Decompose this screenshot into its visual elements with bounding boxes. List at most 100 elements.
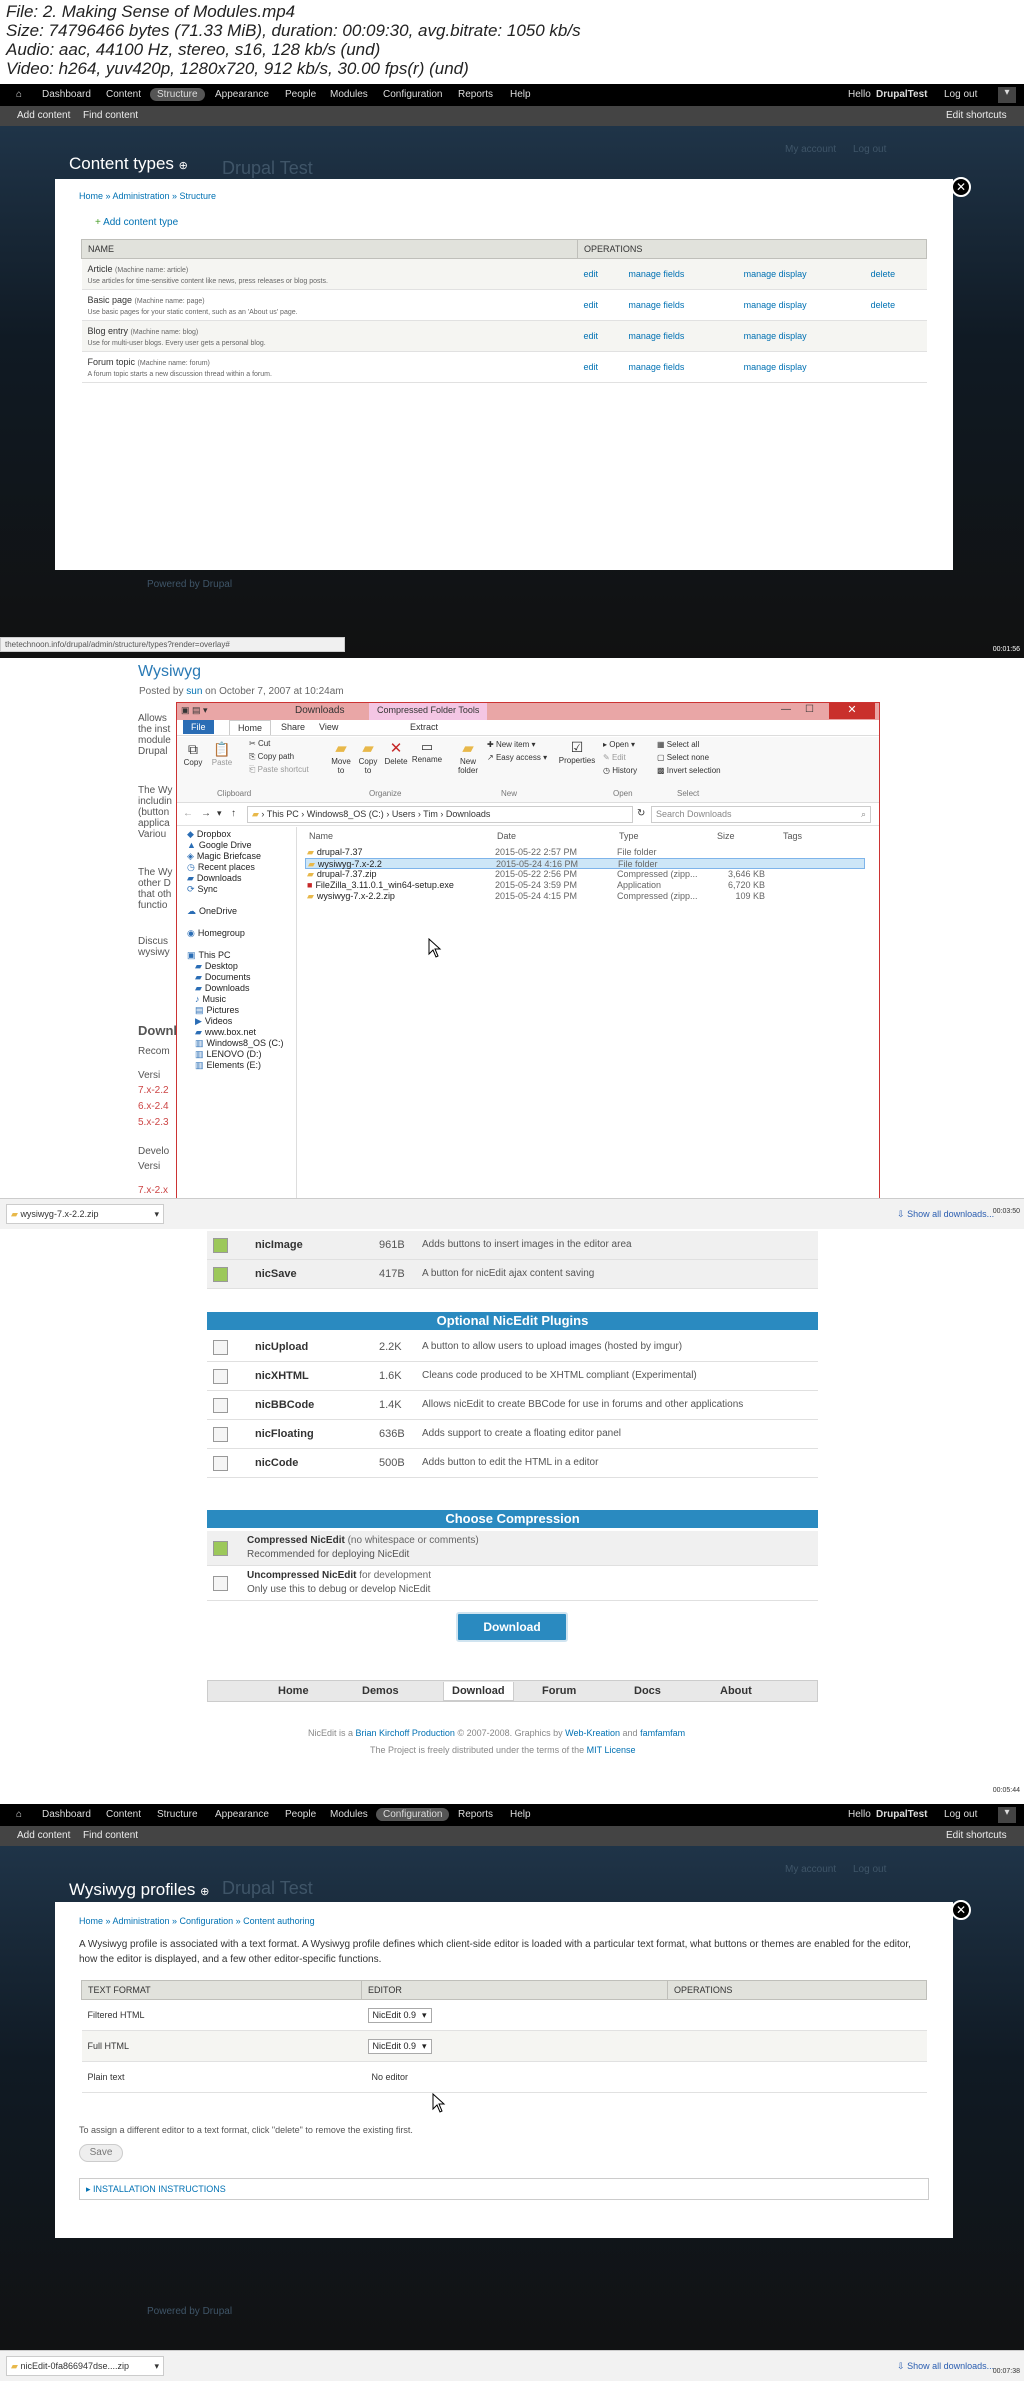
col-header-date[interactable]: Date (497, 831, 516, 841)
toolbar-appearance[interactable]: Appearance (215, 1809, 269, 1820)
delete-link[interactable]: delete (871, 269, 896, 279)
toolbar-help[interactable]: Help (510, 89, 531, 100)
nav-pane-item[interactable]: ▥ Elements (E:) (195, 1060, 261, 1071)
nav-pane-item[interactable]: ▤ Pictures (195, 1005, 239, 1016)
toolbar-content[interactable]: Content (106, 89, 141, 100)
nav-pane-item[interactable]: ▰ Downloads (187, 873, 241, 884)
plugin-checkbox[interactable] (213, 1238, 228, 1253)
nav-pane-item[interactable]: ◆ Dropbox (187, 829, 231, 840)
home-icon[interactable]: ⌂ (16, 1809, 22, 1820)
edit-link[interactable]: edit (584, 362, 599, 372)
manage-fields-link[interactable]: manage fields (628, 300, 684, 310)
save-button[interactable]: Save (79, 2144, 123, 2162)
manage-fields-link[interactable]: manage fields (628, 269, 684, 279)
author-credit-link[interactable]: Brian Kirchoff Production (356, 1728, 455, 1738)
manage-fields-link[interactable]: manage fields (628, 331, 684, 341)
search-downloads-input[interactable]: Search Downloads ⌕ (651, 806, 871, 823)
compression-checkbox[interactable] (213, 1576, 228, 1591)
select-all-button[interactable]: ▦ Select all (657, 740, 699, 749)
editor-select[interactable]: NicEdit 0.9 ▾ (367, 2007, 432, 2023)
refresh-icon[interactable]: ↻ (637, 808, 645, 819)
recent-locations-icon[interactable]: ▾ (217, 808, 222, 819)
download-chip[interactable]: ▰ wysiwyg-7.x-2.2.zip ▾ (6, 1204, 164, 1224)
paste-button[interactable]: 📋 Paste (209, 741, 235, 767)
manage-display-link[interactable]: manage display (744, 269, 807, 279)
nav-pane-item[interactable]: ▲ Google Drive (187, 840, 251, 850)
plugin-checkbox[interactable] (213, 1369, 228, 1384)
manage-display-link[interactable]: manage display (744, 362, 807, 372)
select-none-button[interactable]: ▢ Select none (657, 753, 709, 762)
toolbar-dashboard[interactable]: Dashboard (42, 1809, 91, 1820)
copy-button[interactable]: ⧉ Copy (181, 741, 205, 767)
famfamfam-link[interactable]: famfamfam (640, 1728, 685, 1738)
plugin-checkbox[interactable] (213, 1456, 228, 1471)
nav-docs[interactable]: Docs (634, 1685, 661, 1697)
edit-link[interactable]: edit (584, 269, 599, 279)
manage-display-link[interactable]: manage display (744, 331, 807, 341)
nav-about[interactable]: About (720, 1685, 752, 1697)
nav-demos[interactable]: Demos (362, 1685, 399, 1697)
manage-display-link[interactable]: manage display (744, 300, 807, 310)
edit-link[interactable]: edit (584, 300, 599, 310)
copy-to-button[interactable]: ▰ Copy to (355, 739, 381, 775)
col-header-size[interactable]: Size (717, 831, 735, 841)
close-window-icon[interactable]: ✕ (829, 703, 875, 719)
file-row[interactable]: ■ FileZilla_3.11.0.1_win64-setup.exe 2015-… (305, 880, 865, 891)
delete-button[interactable]: ✕ Delete (383, 739, 409, 766)
chip-menu-icon[interactable]: ▾ (154, 2361, 159, 2372)
history-button[interactable]: ◷ History (603, 766, 637, 775)
open-button[interactable]: ▸ Open ▾ (603, 740, 635, 749)
toolbar-username[interactable]: DrupalTest (876, 1809, 928, 1820)
nav-pane-item[interactable]: ◈ Magic Briefcase (187, 851, 261, 862)
plugin-checkbox[interactable] (213, 1427, 228, 1442)
tab-file[interactable]: File (183, 720, 214, 734)
nav-pane-item[interactable]: ☁ OneDrive (187, 906, 237, 917)
toolbar-logout[interactable]: Log out (944, 1809, 977, 1820)
nav-forum[interactable]: Forum (542, 1685, 576, 1697)
nav-pane-item[interactable]: ▰ Documents (195, 972, 250, 983)
shortcut-add-content[interactable]: Add content (17, 1830, 70, 1841)
back-icon[interactable]: ← (183, 808, 193, 819)
address-bar[interactable]: ▰ › This PC › Windows8_OS (C:) › Users ›… (247, 806, 633, 823)
col-header-type[interactable]: Type (619, 831, 639, 841)
minimize-icon[interactable]: — (781, 704, 791, 715)
compression-option[interactable]: Uncompressed NicEdit for development Only… (207, 1566, 818, 1601)
edit-shortcuts-link[interactable]: Edit shortcuts (946, 1830, 1007, 1841)
copy-path-button[interactable]: ⎘ Copy path (249, 752, 294, 762)
toolbar-appearance[interactable]: Appearance (215, 89, 269, 100)
toolbar-configuration[interactable]: Configuration (383, 89, 442, 100)
new-item-button[interactable]: ✚ New item ▾ (487, 740, 536, 749)
compression-checkbox[interactable] (213, 1541, 228, 1556)
toolbar-configuration[interactable]: Configuration (376, 1808, 450, 1821)
toolbar-structure[interactable]: Structure (150, 88, 205, 101)
author-link[interactable]: sun (186, 686, 202, 697)
forward-icon[interactable]: → (201, 808, 211, 819)
invert-selection-button[interactable]: ▩ Invert selection (657, 766, 721, 775)
home-icon[interactable]: ⌂ (16, 89, 22, 100)
easy-access-button[interactable]: ↗ Easy access ▾ (487, 753, 547, 762)
plugin-checkbox[interactable] (213, 1398, 228, 1413)
download-button[interactable]: Download (456, 1612, 568, 1642)
web-kreation-link[interactable]: Web-Kreation (565, 1728, 620, 1738)
toolbar-modules[interactable]: Modules (330, 1809, 368, 1820)
shortcut-find-content[interactable]: Find content (83, 110, 138, 121)
nav-pane-item[interactable]: ▶ Videos (195, 1016, 232, 1027)
toolbar-dashboard[interactable]: Dashboard (42, 89, 91, 100)
tab-share[interactable]: Share (273, 720, 313, 734)
col-header-name[interactable]: Name (309, 831, 333, 841)
manage-fields-link[interactable]: manage fields (628, 362, 684, 372)
editor-select[interactable]: NicEdit 0.9 ▾ (367, 2038, 432, 2054)
compressed-folder-tools-tab[interactable]: Compressed Folder Tools (369, 703, 488, 720)
breadcrumb[interactable]: Home » Administration » Structure (79, 191, 216, 201)
download-chip[interactable]: ▰ nicEdit-0fa866947dse....zip ▾ (6, 2356, 164, 2376)
breadcrumb[interactable]: Home » Administration » Configuration » … (79, 1916, 315, 1926)
toolbar-structure[interactable]: Structure (157, 1809, 198, 1820)
nav-pane-item[interactable]: ▥ Windows8_OS (C:) (195, 1038, 284, 1049)
paste-shortcut-button[interactable]: ⎗ Paste shortcut (249, 765, 309, 775)
shortcut-find-content[interactable]: Find content (83, 1830, 138, 1841)
plugin-checkbox[interactable] (213, 1267, 228, 1282)
toolbar-reports[interactable]: Reports (458, 1809, 493, 1820)
edit-link[interactable]: edit (584, 331, 599, 341)
maximize-icon[interactable]: ☐ (805, 704, 814, 715)
editor-select[interactable]: No editor (368, 2072, 409, 2082)
